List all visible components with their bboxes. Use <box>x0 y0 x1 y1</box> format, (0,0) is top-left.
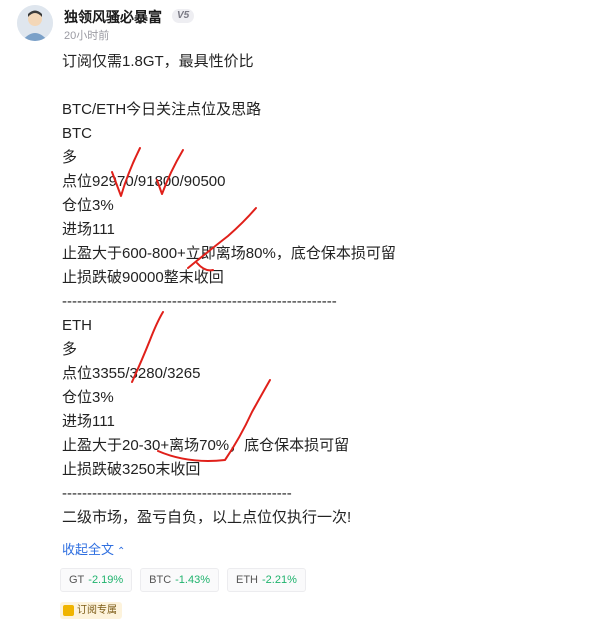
divider-line: ----------------------------------------… <box>62 485 292 502</box>
ticker-tag-eth[interactable]: ETH -2.21% <box>227 568 306 592</box>
ticker-change: -2.19% <box>88 574 124 586</box>
post-line: 二级市场，盈亏自负，以上点位仅执行一次! <box>62 509 352 526</box>
divider-line: ----------------------------------------… <box>62 293 337 310</box>
post-line: BTC <box>62 125 92 142</box>
post-line: 止盈大于600-800+立即离场80%，底仓保本损可留 <box>62 245 396 262</box>
post-line: 多 <box>62 341 78 358</box>
post-line: BTC/ETH今日关注点位及思路 <box>62 101 262 118</box>
post-line: 仓位3% <box>62 389 114 406</box>
ticker-symbol: BTC <box>149 574 172 586</box>
ticker-symbol: ETH <box>236 574 258 586</box>
vip-level-badge: V5 <box>172 9 195 23</box>
post-line: 止损跌破90000整末收回 <box>62 269 224 286</box>
avatar[interactable] <box>17 5 53 41</box>
post-line: 点位3355/3280/3265 <box>62 365 201 382</box>
ticker-change: -2.21% <box>262 574 297 586</box>
ticker-tags: GT -2.19% BTC -1.43% ETH -2.21% <box>60 568 306 592</box>
author-name[interactable]: 独领风骚必暴富 <box>64 7 162 27</box>
subscription-label: 订阅专属 <box>77 605 117 616</box>
post-line: ETH <box>62 317 92 334</box>
post-line <box>62 74 582 98</box>
post-line: 仓位3% <box>62 197 114 214</box>
chevron-up-icon: ⌃ <box>117 546 126 557</box>
ticker-tag-gt[interactable]: GT -2.19% <box>60 568 133 592</box>
post-line: 进场111 <box>62 413 115 430</box>
subscription-badge[interactable]: 订阅专属 <box>60 602 122 619</box>
post-card: 独领风骚必暴富 V5 20小时前 订阅仅需1.8GT，最具性价比 BTC/ETH… <box>0 0 599 628</box>
post-line: 进场111 <box>62 221 115 238</box>
post-line: 止盈大于20-30+离场70%，底仓保本损可留 <box>62 437 350 454</box>
collapse-label: 收起全文 <box>62 542 115 557</box>
ticker-tag-btc[interactable]: BTC -1.43% <box>140 568 219 592</box>
post-content: 订阅仅需1.8GT，最具性价比 BTC/ETH今日关注点位及思路 BTC 多 点… <box>62 50 582 530</box>
subscription-icon <box>63 605 74 616</box>
post-line: 订阅仅需1.8GT，最具性价比 <box>62 53 254 70</box>
post-line: 多 <box>62 149 78 166</box>
post-line: 点位92970/91800/90500 <box>62 173 226 190</box>
ticker-symbol: GT <box>69 574 85 586</box>
collapse-text-button[interactable]: 收起全文 ⌃ <box>62 539 125 558</box>
ticker-change: -1.43% <box>175 574 210 586</box>
post-time: 20小时前 <box>64 30 110 42</box>
post-line: 止损跌破3250末收回 <box>62 461 201 478</box>
